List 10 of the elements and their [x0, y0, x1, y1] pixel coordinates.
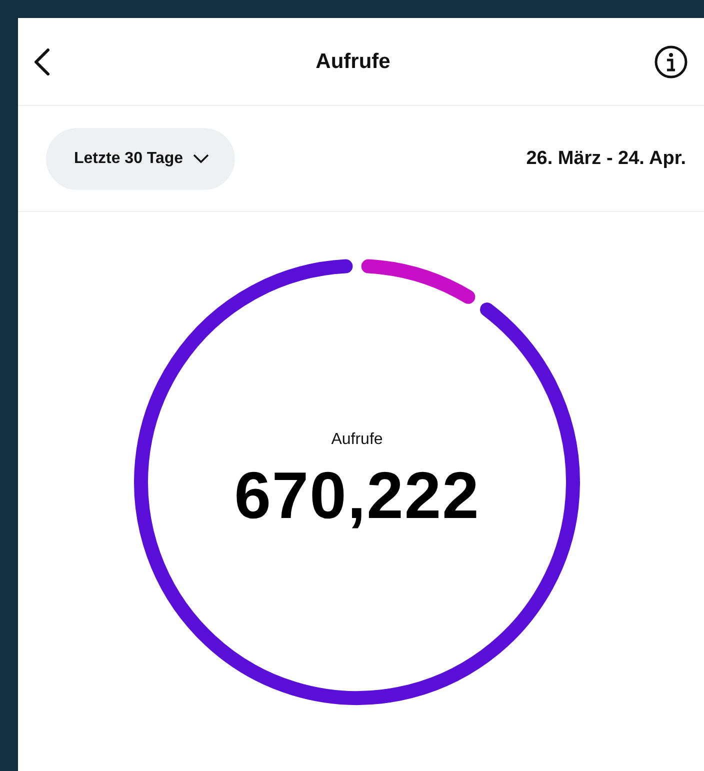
back-button[interactable]: [32, 46, 52, 76]
total-value: 670,222: [234, 457, 480, 533]
chevron-down-icon: [193, 154, 210, 164]
page-title: Aufrufe: [316, 50, 390, 74]
back-icon: [32, 46, 52, 76]
info-button[interactable]: [654, 44, 688, 78]
total-label: Aufrufe: [331, 431, 383, 449]
date-range: 26. März - 24. Apr.: [526, 148, 686, 170]
period-dropdown[interactable]: Letzte 30 Tage: [46, 128, 236, 190]
info-icon: [654, 44, 688, 78]
